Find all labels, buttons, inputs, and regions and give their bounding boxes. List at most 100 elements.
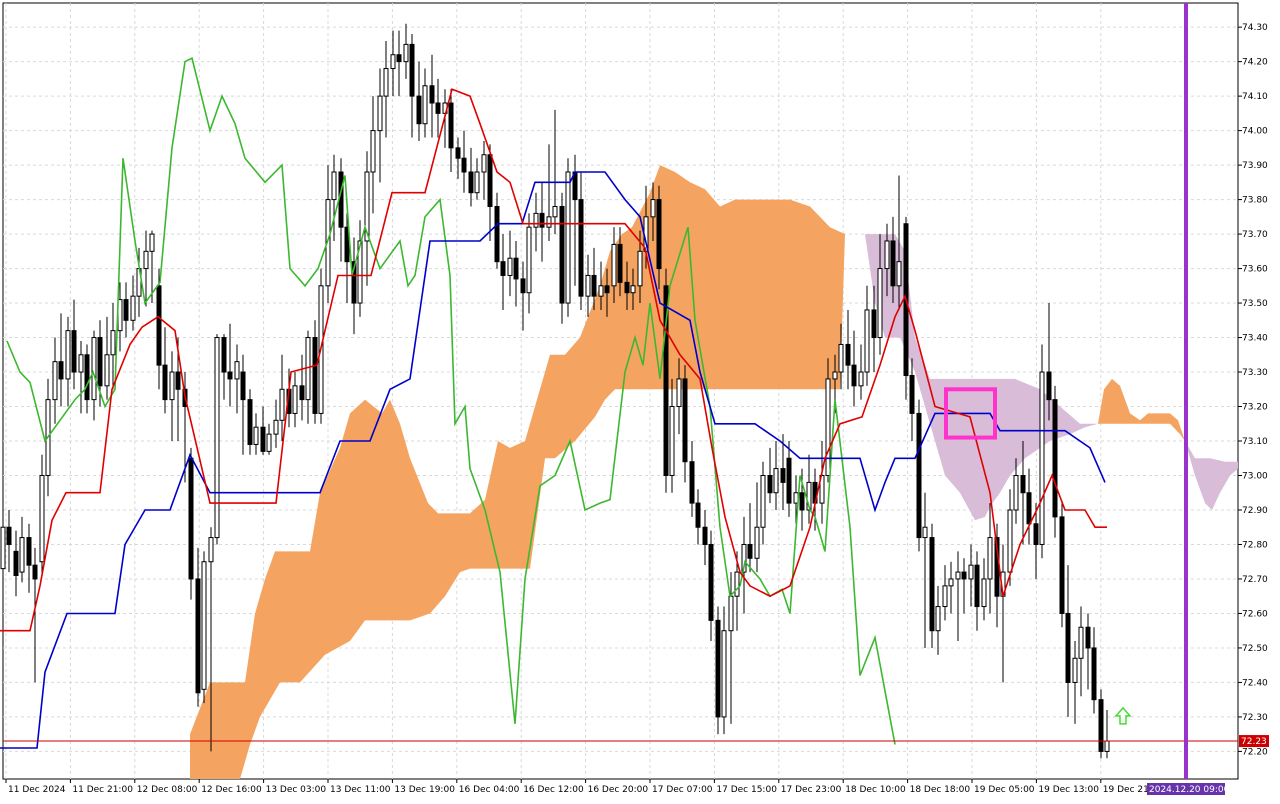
candle-bear <box>299 385 305 401</box>
candle-bear <box>695 502 701 528</box>
y-tick-label: 73.00 <box>1242 471 1268 481</box>
cursor-time-label: 2024.12.20 09:00 <box>1149 785 1230 795</box>
candle-bear <box>461 157 467 173</box>
candle-bear <box>974 564 980 608</box>
x-tick-label: 17 Dec 23:00 <box>781 785 842 795</box>
x-tick-label: 13 Dec 03:00 <box>266 785 327 795</box>
y-tick-label: 73.40 <box>1242 334 1268 344</box>
candle-bear <box>156 285 162 366</box>
candle-bull <box>942 585 948 608</box>
x-tick-label: 13 Dec 11:00 <box>330 785 391 795</box>
candle-bull <box>838 343 844 373</box>
candle-bear <box>26 537 32 566</box>
candle-bull <box>149 233 155 252</box>
candle-bull <box>370 130 376 173</box>
candle-bull <box>669 406 675 476</box>
candle-bear <box>767 474 773 494</box>
y-tick-label: 74.20 <box>1242 58 1268 68</box>
candle-bear <box>961 571 967 580</box>
candle-bear <box>559 205 565 304</box>
grid-layer <box>2 2 1239 780</box>
candle-bear <box>708 543 714 621</box>
candle-bear <box>799 492 805 511</box>
candle-bear <box>624 281 630 294</box>
candle-bear <box>682 378 688 463</box>
candle-bull <box>1104 740 1110 752</box>
candle-bear <box>396 54 402 63</box>
candle-bear <box>468 171 474 194</box>
candle-bull <box>507 257 513 276</box>
candle-bull <box>422 85 428 125</box>
candle-bear <box>578 199 584 297</box>
candle-bear <box>1033 523 1039 545</box>
x-tick-label: 17 Dec 07:00 <box>652 785 713 795</box>
candle-bull <box>1078 626 1084 659</box>
candle-bull <box>19 537 25 573</box>
x-tick-label: 16 Dec 12:00 <box>523 785 584 795</box>
candle-bear <box>312 337 318 414</box>
candle-bull <box>104 354 110 387</box>
candle-bull <box>474 171 480 194</box>
candle-bull <box>169 371 175 401</box>
candle-bull <box>987 537 993 580</box>
x-tick-label: 16 Dec 04:00 <box>459 785 520 795</box>
candle-bear <box>1026 492 1032 525</box>
candle-bear <box>435 102 441 114</box>
candle-bull <box>896 261 902 287</box>
candle-bull <box>110 330 116 356</box>
candle-bull <box>955 571 961 580</box>
candle-bear <box>240 371 246 401</box>
ichimoku-chart[interactable]: 74.30 74.20 74.10 74.00 73.90 73.80 73.70 73.60… <box>0 0 1280 800</box>
y-tick-label: 72.40 <box>1242 678 1268 688</box>
y-tick-label: 73.10 <box>1242 437 1268 447</box>
candle-bull <box>935 606 941 632</box>
candle-bull <box>1013 474 1019 511</box>
candle-bull <box>858 371 864 387</box>
candle-bear <box>513 257 519 280</box>
candle-bear <box>656 199 662 270</box>
y-tick-label: 73.50 <box>1242 299 1268 309</box>
y-tick-label: 74.10 <box>1242 92 1268 102</box>
candle-bull <box>481 154 487 173</box>
candle-bear <box>702 526 708 545</box>
candle-bull <box>948 578 954 587</box>
y-tick-label: 73.80 <box>1242 196 1268 206</box>
plot-frame <box>2 2 1239 780</box>
candle-bear <box>429 85 435 104</box>
candle-bear <box>487 154 493 207</box>
candle-bull <box>39 474 45 563</box>
candle-bull <box>130 295 136 321</box>
candle-bear <box>591 274 597 297</box>
candle-bull <box>754 526 760 559</box>
candle-bull <box>832 371 838 380</box>
candle-bull <box>390 54 396 70</box>
candle-bull <box>734 571 740 597</box>
candle-bull <box>864 309 870 373</box>
y-tick-label: 72.50 <box>1242 644 1268 654</box>
candle-bull <box>981 578 987 608</box>
candle-bull <box>773 468 779 494</box>
candle-bear <box>32 564 38 580</box>
candle-bear <box>1046 371 1052 401</box>
candle-bear <box>1020 474 1026 494</box>
candle-bull <box>331 171 337 201</box>
candle-bear <box>84 354 90 401</box>
candle-bull <box>201 561 207 690</box>
candle-bull <box>676 378 682 408</box>
candle-bull <box>266 433 272 452</box>
candle-bear <box>916 412 922 539</box>
candle-bear <box>500 261 506 276</box>
candle-bear <box>689 461 695 504</box>
candle-bear <box>520 278 526 294</box>
candle-bear <box>227 371 233 380</box>
chart-canvas[interactable]: 74.30 74.20 74.10 74.00 73.90 73.80 73.70 73.60… <box>0 0 1280 800</box>
candle-bull <box>0 526 6 570</box>
y-tick-label: 74.00 <box>1242 127 1268 137</box>
candle-bull <box>214 337 220 539</box>
x-tick-label: 11 Dec 2024 <box>8 785 66 795</box>
candle-bear <box>909 374 915 414</box>
candle-bear <box>71 330 77 373</box>
x-tick-label: 18 Dec 18:00 <box>910 785 971 795</box>
candle-bear <box>13 550 19 577</box>
candle-bear <box>539 212 545 228</box>
